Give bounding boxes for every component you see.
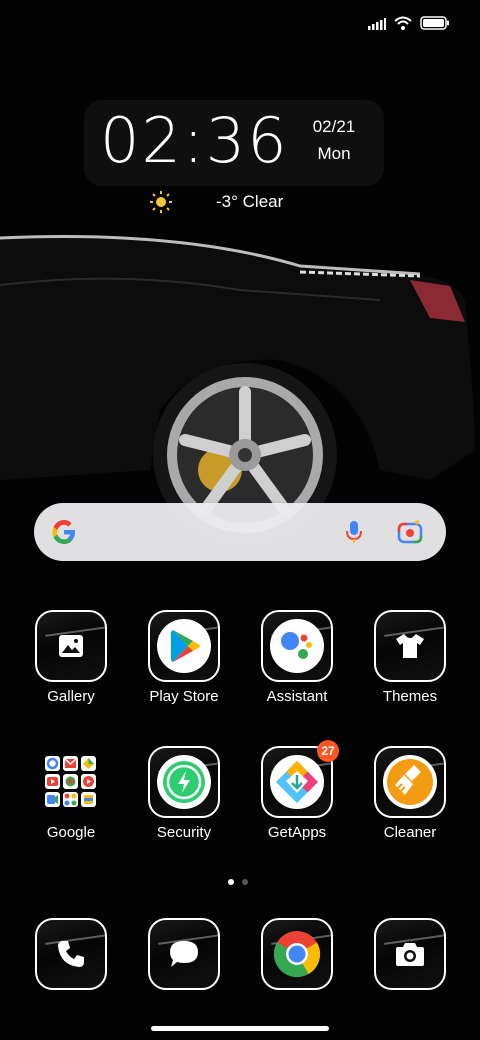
status-bar xyxy=(368,16,450,35)
weather-text[interactable]: -3° Clear xyxy=(216,192,283,212)
messages-icon xyxy=(150,920,218,988)
app-label: GetApps xyxy=(267,824,327,841)
page-dot-active xyxy=(228,879,234,885)
app-label: Security xyxy=(156,824,212,841)
assistant-icon xyxy=(263,612,331,680)
dock-phone[interactable] xyxy=(21,918,121,990)
wifi-icon xyxy=(394,16,412,35)
dock-chrome[interactable] xyxy=(247,918,347,990)
app-themes[interactable]: Themes xyxy=(360,610,460,705)
clock-date: 02/21 xyxy=(312,117,356,136)
battery-icon xyxy=(420,16,450,35)
dock-messages[interactable] xyxy=(134,918,234,990)
themes-icon xyxy=(376,612,444,680)
signal-icon xyxy=(368,17,386,35)
phone-icon xyxy=(37,920,105,988)
page-dot xyxy=(242,879,248,885)
app-getapps[interactable]: 27 GetApps xyxy=(247,740,347,841)
page-indicator xyxy=(228,879,248,885)
chrome-icon xyxy=(263,920,331,988)
lens-icon[interactable] xyxy=(397,520,423,549)
google-folder-icon xyxy=(35,746,107,818)
app-label: Cleaner xyxy=(383,824,437,841)
app-security[interactable]: Security xyxy=(134,746,234,841)
gallery-icon xyxy=(37,612,105,680)
app-play-store[interactable]: Play Store xyxy=(134,610,234,705)
clock-time: 02:36 xyxy=(100,104,289,177)
camera-icon xyxy=(376,920,444,988)
app-label: Google xyxy=(46,824,96,841)
clock-day: Mon xyxy=(317,144,351,163)
app-label: Play Store xyxy=(149,688,219,705)
google-search-bar[interactable] xyxy=(34,503,446,561)
app-label: Gallery xyxy=(47,688,95,705)
sun-icon xyxy=(150,191,172,218)
mic-icon[interactable] xyxy=(342,520,366,549)
notification-badge: 27 xyxy=(317,740,339,762)
play-store-icon xyxy=(150,612,218,680)
app-label: Themes xyxy=(382,688,438,705)
dock-camera[interactable] xyxy=(360,918,460,990)
cleaner-icon xyxy=(376,748,444,816)
google-g-icon xyxy=(50,518,78,551)
app-cleaner[interactable]: Cleaner xyxy=(360,746,460,841)
security-icon xyxy=(150,748,218,816)
app-assistant[interactable]: Assistant xyxy=(247,610,347,705)
app-folder-google[interactable]: Google xyxy=(21,746,121,841)
home-indicator[interactable] xyxy=(151,1026,329,1031)
app-label: Assistant xyxy=(266,688,328,705)
app-gallery[interactable]: Gallery xyxy=(21,610,121,705)
